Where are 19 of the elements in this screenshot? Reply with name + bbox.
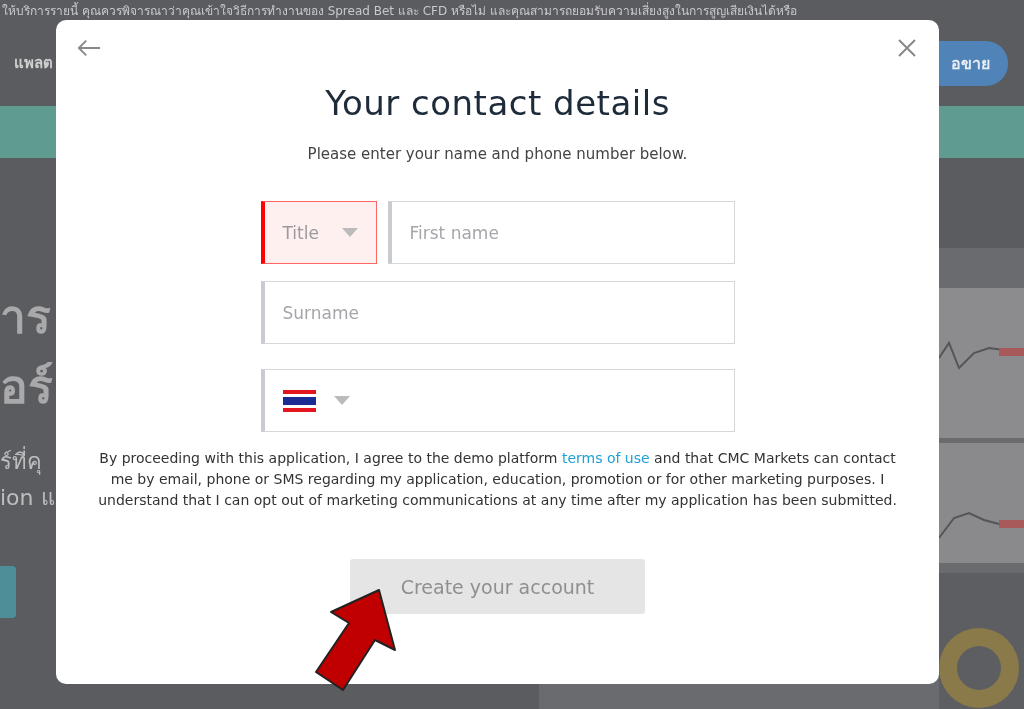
dialog-title: Your contact details: [325, 83, 670, 123]
hero-text: ion แ: [0, 484, 55, 512]
dialog-subtitle: Please enter your name and phone number below.: [307, 145, 688, 163]
caret-icon[interactable]: [333, 396, 350, 405]
input-field[interactable]: Surname: [260, 281, 735, 344]
headline-text: อร์: [0, 359, 54, 416]
hero-text: ร์ที่คุ: [0, 444, 55, 480]
nav-link[interactable]: แพลต: [14, 51, 53, 75]
back-icon[interactable]: [77, 39, 101, 57]
phone-field[interactable]: [260, 369, 735, 432]
consent-text: By proceeding with this application, I agree to the demo platform terms of use and that CMC Markets can contact me by email, phone or SMS regarding my application, education, promotion or for other marketing purposes. I understand that I can opt out of marketing communications at any time after my application has been submitted.: [97, 449, 898, 510]
flag-icon[interactable]: [282, 388, 316, 413]
headline-text: าร: [0, 289, 52, 346]
caret-icon: [341, 228, 358, 237]
close-icon[interactable]: [895, 39, 919, 57]
title-select[interactable]: Title: [260, 201, 377, 264]
terms-link[interactable]: terms of use: [561, 450, 650, 466]
input-field[interactable]: First name: [387, 201, 735, 264]
warning-text: ให้บริการรายนี้ คุณควรพิจารณาว่าคุณเข้าใจวิธีการทำงานของ Spread Bet และ CFD หรือไม่ และคุณสามารถยอมรับความเสี่ยงสูงในการสูญเสียเงินได้หรือ: [1, 1, 797, 20]
